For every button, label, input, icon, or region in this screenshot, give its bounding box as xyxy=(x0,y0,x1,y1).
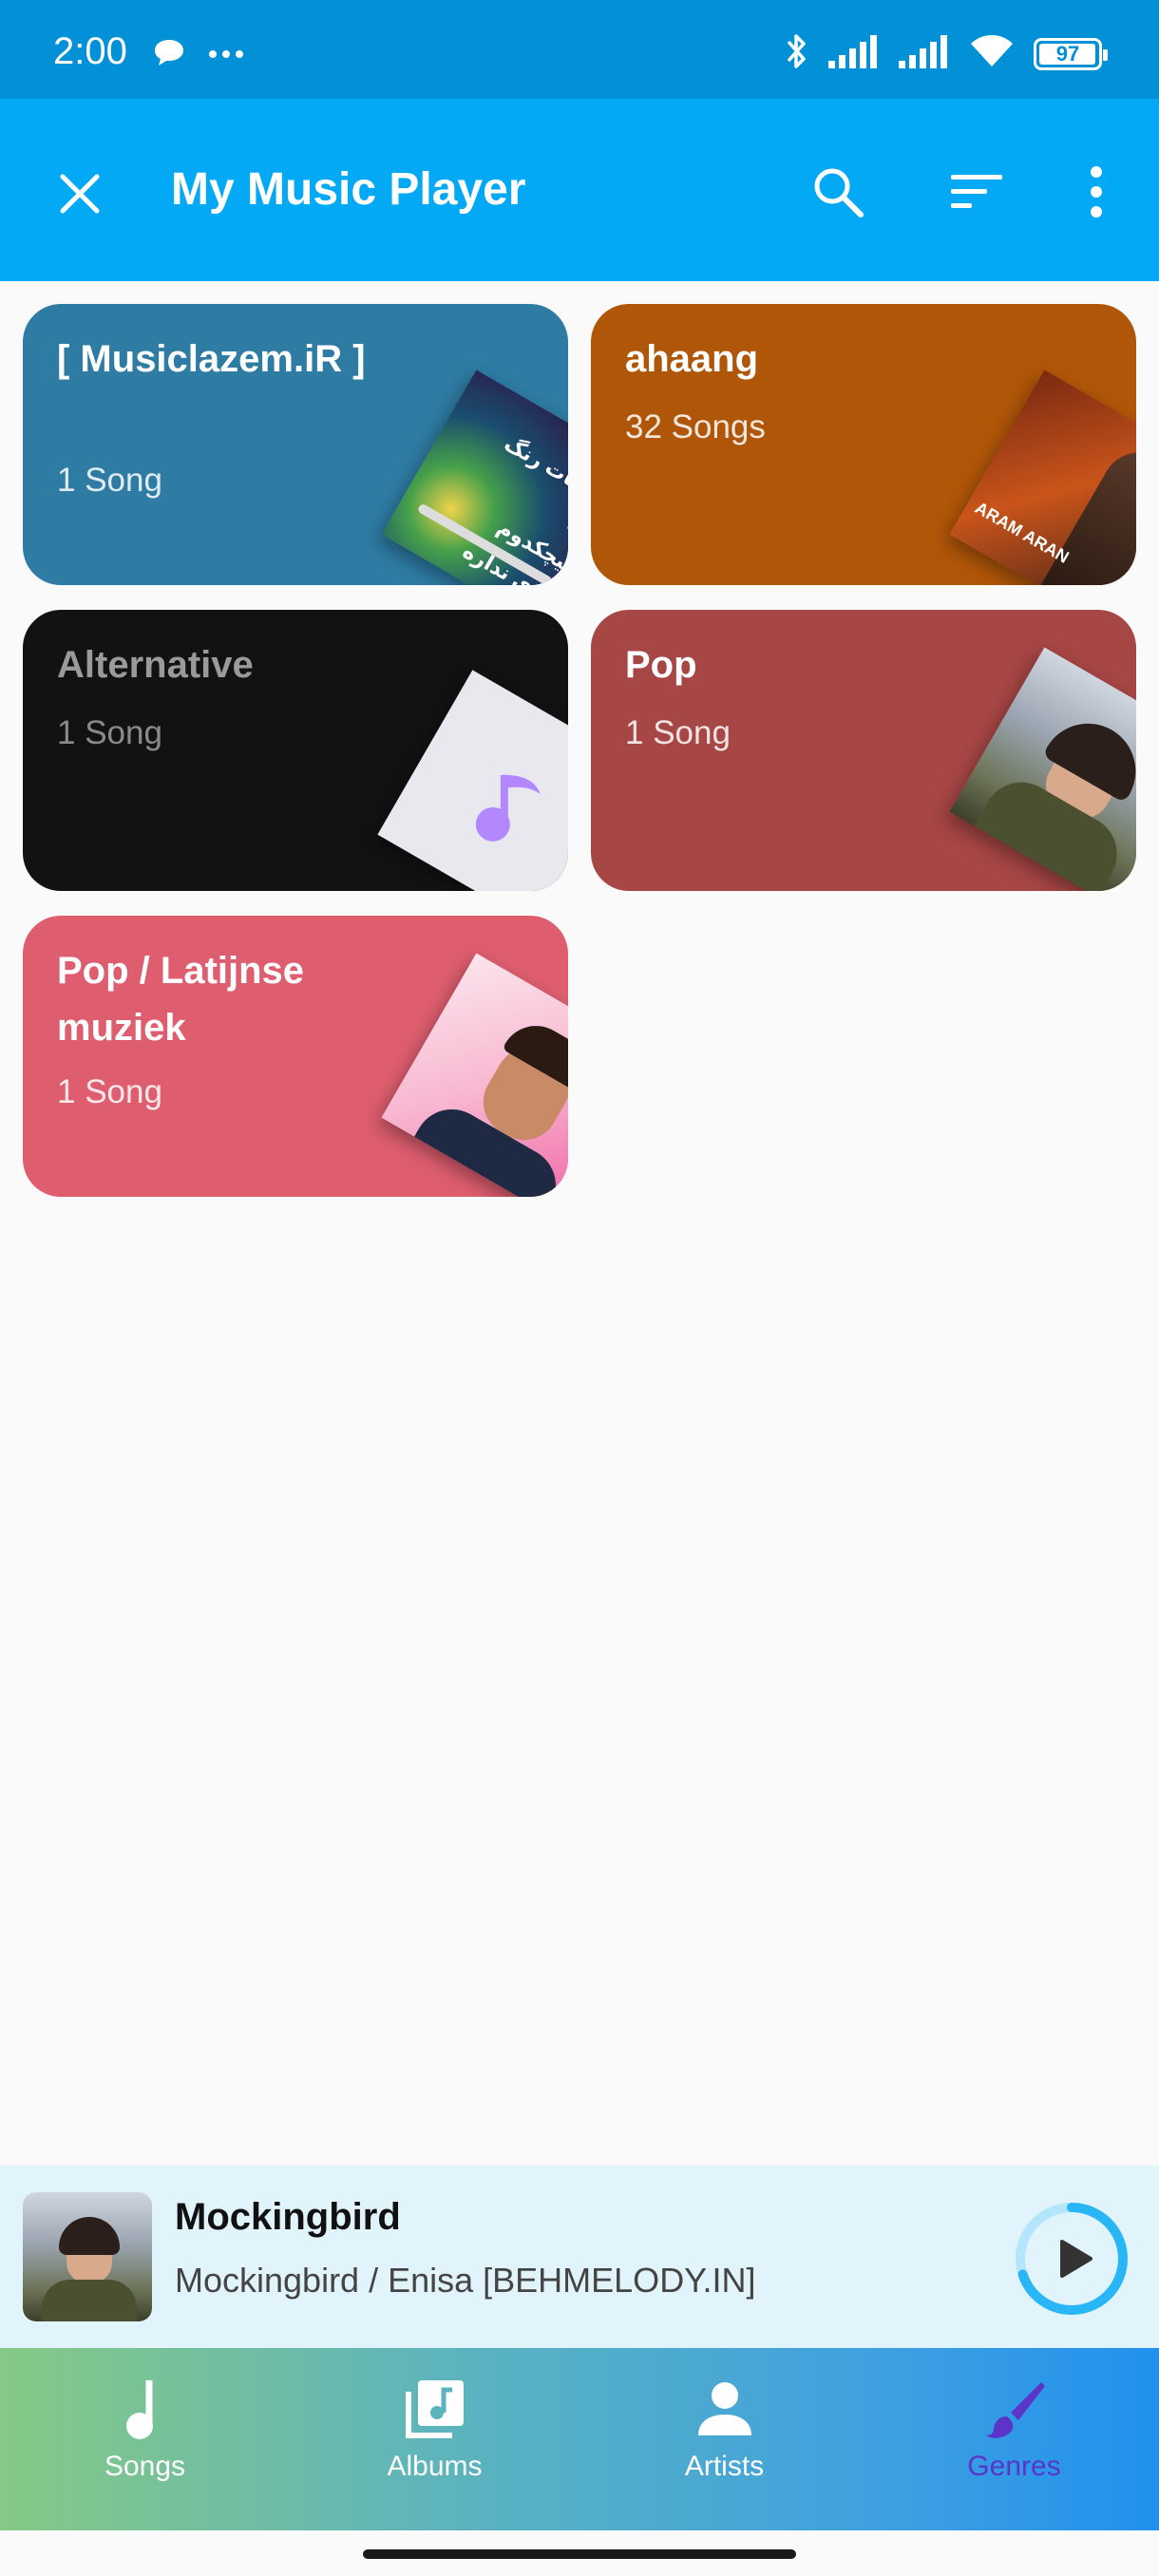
now-playing-artwork xyxy=(23,2192,152,2321)
search-button[interactable] xyxy=(802,156,874,228)
status-time: 2:00 xyxy=(53,30,127,72)
play-button[interactable] xyxy=(1013,2200,1130,2318)
genre-card[interactable]: [ Musiclazem.iR ] 1 Song چشمات رنگ اره ه… xyxy=(23,304,568,585)
sort-icon xyxy=(951,175,1002,208)
mini-player[interactable]: Mockingbird Mockingbird / Enisa [BEHMELO… xyxy=(0,2166,1159,2348)
close-icon xyxy=(60,174,100,214)
genre-card[interactable]: Pop 1 Song xyxy=(591,610,1136,891)
wifi-icon xyxy=(967,32,1016,75)
status-bar: 2:00 97 xyxy=(0,0,1159,99)
home-indicator[interactable] xyxy=(363,2549,796,2559)
chat-bubble-icon xyxy=(152,38,186,73)
now-playing-title: Mockingbird xyxy=(175,2196,401,2238)
sort-button[interactable] xyxy=(940,156,1013,228)
nav-label: Genres xyxy=(967,2451,1061,2482)
genre-artwork xyxy=(377,670,568,891)
nav-item-artists[interactable]: Artists xyxy=(580,2348,869,2530)
nav-label: Songs xyxy=(104,2451,186,2482)
more-dots-icon xyxy=(207,47,245,65)
genre-card[interactable]: ahaang 32 Songs ARAM ARAN xyxy=(591,304,1136,585)
genre-card[interactable]: Alternative 1 Song xyxy=(23,610,568,891)
genre-song-count: 1 Song xyxy=(625,714,731,751)
genre-artwork xyxy=(381,953,568,1197)
person-icon xyxy=(697,2382,751,2435)
genre-song-count: 32 Songs xyxy=(625,408,766,445)
nav-item-albums[interactable]: Albums xyxy=(290,2348,580,2530)
bottom-navigation: Songs Albums Artists Genres xyxy=(0,2348,1159,2530)
genre-artwork: چشمات رنگ اره هیچکدوم کاری نداره xyxy=(381,369,568,585)
genre-name: Alternative xyxy=(57,644,254,686)
nav-item-genres[interactable]: Genres xyxy=(869,2348,1159,2530)
genre-name: Pop xyxy=(625,644,697,686)
nav-item-songs[interactable]: Songs xyxy=(0,2348,290,2530)
app-toolbar: My Music Player xyxy=(0,99,1159,281)
genre-name: Pop / Latijnse muziek xyxy=(57,950,305,1049)
genre-song-count: 1 Song xyxy=(57,1073,162,1110)
more-options-button[interactable] xyxy=(1060,156,1132,228)
bluetooth-icon xyxy=(785,32,809,75)
battery-level: 97 xyxy=(1055,41,1080,66)
more-vert-icon xyxy=(1091,166,1102,218)
signal-icon xyxy=(897,34,950,73)
genre-artwork xyxy=(949,647,1136,891)
battery-icon: 97 xyxy=(1034,37,1108,70)
search-icon xyxy=(814,168,864,218)
play-icon xyxy=(1060,2240,1092,2278)
signal-icon xyxy=(826,34,880,73)
nav-label: Artists xyxy=(684,2451,765,2482)
close-button[interactable] xyxy=(46,160,114,228)
music-note-icon xyxy=(125,2380,153,2439)
genre-name: [ Musiclazem.iR ] xyxy=(57,338,366,380)
genre-song-count: 1 Song xyxy=(57,714,162,751)
page-title: My Music Player xyxy=(171,164,526,215)
genre-card[interactable]: Pop / Latijnse muziek 1 Song xyxy=(23,916,568,1197)
genre-artwork: ARAM ARAN xyxy=(949,369,1136,585)
album-library-icon xyxy=(405,2380,464,2438)
music-note-icon xyxy=(475,774,541,842)
nav-label: Albums xyxy=(387,2451,483,2482)
now-playing-subtitle: Mockingbird / Enisa [BEHMELODY.IN] xyxy=(175,2261,756,2300)
genre-song-count: 1 Song xyxy=(57,462,162,499)
genre-name: ahaang xyxy=(625,338,759,380)
brush-icon xyxy=(985,2382,1045,2438)
